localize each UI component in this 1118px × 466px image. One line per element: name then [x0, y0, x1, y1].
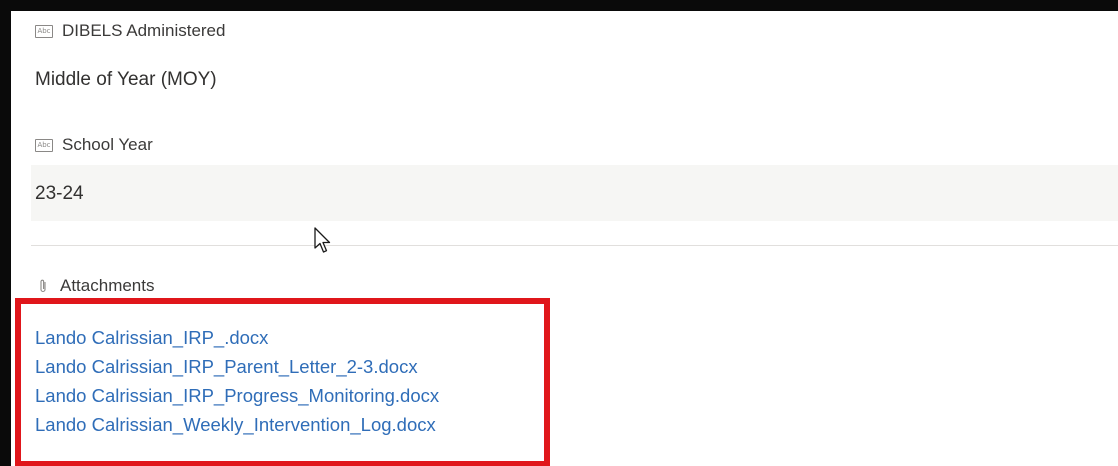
school-year-label: Abc School Year — [35, 135, 153, 155]
dibels-administered-label: Abc DIBELS Administered — [35, 21, 225, 41]
attachment-list: Lando Calrissian_IRP_.docx Lando Calriss… — [35, 323, 439, 439]
school-year-value-field[interactable] — [31, 165, 1118, 221]
text-field-icon: Abc — [35, 138, 53, 152]
school-year-label-text: School Year — [62, 135, 153, 154]
section-divider — [31, 245, 1118, 246]
text-field-icon: Abc — [35, 24, 53, 38]
attachment-link[interactable]: Lando Calrissian_IRP_Parent_Letter_2-3.d… — [35, 352, 439, 381]
attachment-link[interactable]: Lando Calrissian_IRP_Progress_Monitoring… — [35, 381, 439, 410]
record-detail-panel: Abc DIBELS Administered Middle of Year (… — [0, 0, 1118, 466]
attachments-label: Attachments — [35, 276, 155, 296]
school-year-value[interactable]: 23-24 — [35, 183, 84, 205]
paperclip-icon — [40, 279, 46, 293]
dibels-administered-label-text: DIBELS Administered — [62, 21, 226, 40]
attachment-link[interactable]: Lando Calrissian_IRP_.docx — [35, 323, 439, 352]
dibels-administered-value[interactable]: Middle of Year (MOY) — [35, 69, 217, 91]
attachments-label-text: Attachments — [60, 276, 155, 295]
attachment-link[interactable]: Lando Calrissian_Weekly_Intervention_Log… — [35, 410, 439, 439]
mouse-cursor-icon — [314, 227, 331, 253]
